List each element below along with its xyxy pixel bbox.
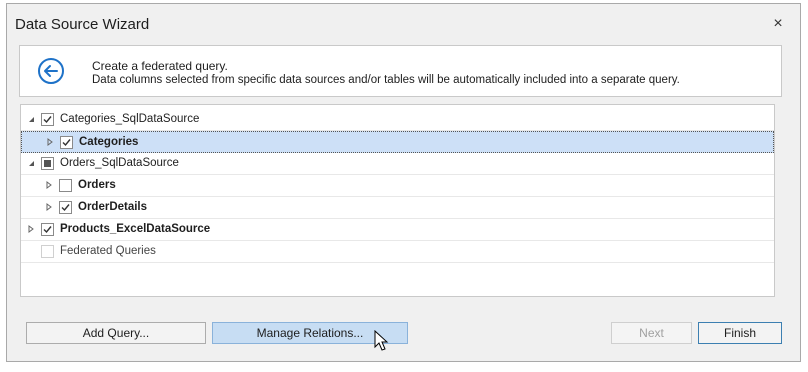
next-button[interactable]: Next	[611, 322, 692, 344]
tree-row-label: Orders_SqlDataSource	[60, 157, 179, 169]
data-source-tree[interactable]: Categories_SqlDataSource Categories Orders…	[20, 104, 775, 297]
header-title: Create a federated query.	[92, 59, 228, 73]
collapse-triangle-icon[interactable]	[26, 158, 36, 168]
tree-row-label: Categories	[79, 136, 139, 148]
tree-row-label: OrderDetails	[78, 201, 148, 213]
tree-row-label: Categories_SqlDataSource	[60, 113, 200, 125]
expand-triangle-icon[interactable]	[44, 180, 54, 190]
tree-row-label: Orders	[78, 179, 116, 191]
checkbox[interactable]	[41, 113, 54, 126]
checkbox[interactable]	[41, 157, 54, 170]
expand-triangle-icon[interactable]	[45, 137, 55, 147]
mouse-pointer-icon	[374, 330, 389, 351]
title-bar: Data Source Wizard ×	[7, 4, 800, 44]
checkbox[interactable]	[59, 179, 72, 192]
tree-row[interactable]: OrderDetails	[21, 197, 774, 219]
expand-triangle-icon[interactable]	[44, 202, 54, 212]
checkbox[interactable]	[41, 223, 54, 236]
tree-row[interactable]: Categories_SqlDataSource	[21, 109, 774, 131]
checkbox[interactable]	[59, 201, 72, 214]
tree-row[interactable]: Categories	[21, 131, 774, 153]
tree-row[interactable]: Orders_SqlDataSource	[21, 153, 774, 175]
tree-row-label: Federated Queries	[60, 245, 156, 257]
header-description: Data columns selected from specific data…	[92, 74, 680, 86]
tree-row-label: Products_ExcelDataSource	[60, 223, 211, 235]
window-title: Data Source Wizard	[15, 16, 150, 33]
checkbox[interactable]	[60, 136, 73, 149]
checkbox	[41, 245, 54, 258]
add-query-button[interactable]: Add Query...	[26, 322, 206, 344]
wizard-header-panel: Create a federated query. Data columns s…	[19, 45, 782, 97]
expand-triangle-icon[interactable]	[26, 224, 36, 234]
back-arrow-icon[interactable]	[37, 57, 65, 85]
finish-button[interactable]: Finish	[698, 322, 782, 344]
close-icon[interactable]: ×	[768, 14, 788, 34]
tree-row[interactable]: Products_ExcelDataSource	[21, 219, 774, 241]
tree-row[interactable]: Orders	[21, 175, 774, 197]
collapse-triangle-icon[interactable]	[26, 114, 36, 124]
tree-row[interactable]: Federated Queries	[21, 241, 774, 263]
